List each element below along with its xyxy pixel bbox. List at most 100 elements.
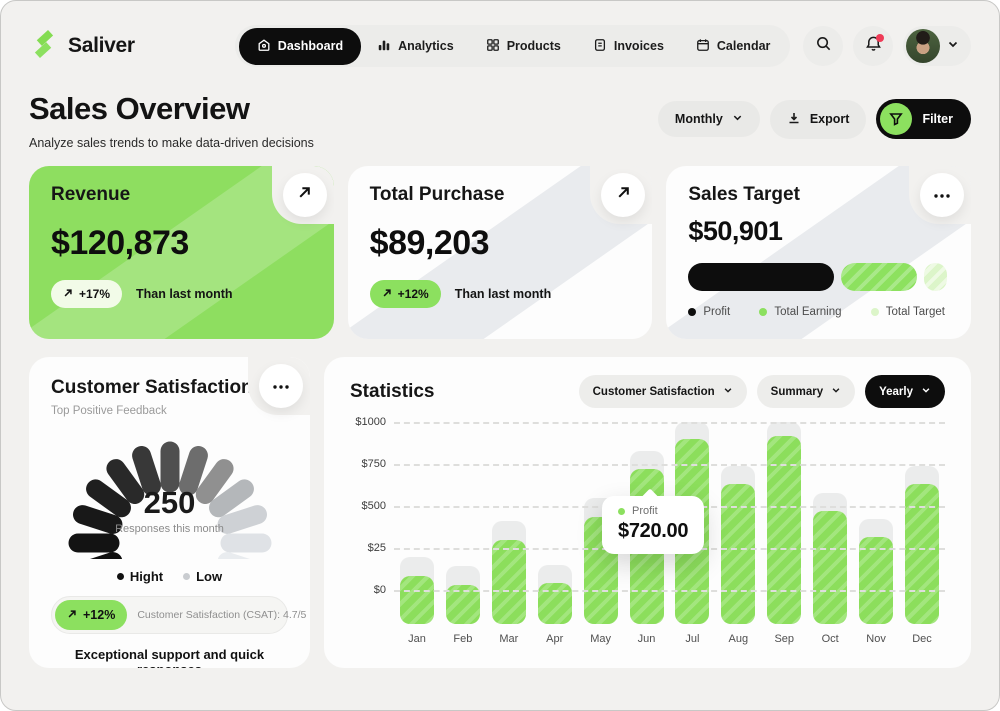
total-purchase-badge: +12% <box>370 280 441 308</box>
revenue-badge: +17% <box>51 280 122 308</box>
metric-select[interactable]: Customer Satisfaction <box>579 375 747 408</box>
sales-target-legend: Profit Total Earning Total Target <box>688 306 949 318</box>
home-icon <box>257 38 271 55</box>
bar-jan[interactable] <box>400 422 434 624</box>
chevron-down-icon <box>921 385 931 398</box>
csat-badge: +12% <box>55 600 127 630</box>
bar-chart: $1000$750$500$25$0 Profit $720.00 <box>350 422 945 624</box>
gauge-segment <box>188 456 198 486</box>
profile-menu[interactable] <box>903 26 971 66</box>
bar-feb[interactable] <box>446 422 480 624</box>
sales-target-card: Sales Target $50,901 Profit Total Earnin… <box>666 166 971 339</box>
brand: Saliver <box>29 29 135 64</box>
sales-target-value: $50,901 <box>688 216 949 247</box>
bar-fill <box>813 511 847 624</box>
bar-oct[interactable] <box>813 422 847 624</box>
bar-mar[interactable] <box>492 422 526 624</box>
nav-item-invoices[interactable]: Invoices <box>577 29 680 64</box>
nav-item-dashboard[interactable]: Dashboard <box>239 28 361 65</box>
target-progress-segment <box>841 263 917 291</box>
ellipsis-icon <box>933 186 951 204</box>
bar-chart-icon <box>377 38 391 55</box>
total-purchase-card: Total Purchase $89,203 +12% Than last mo… <box>348 166 653 339</box>
arrow-up-right-icon <box>382 287 392 301</box>
filter-button[interactable]: Filter <box>876 99 971 139</box>
notifications-button[interactable] <box>853 26 893 66</box>
satisfaction-menu-button[interactable] <box>259 364 303 408</box>
sales-target-progress <box>688 263 949 291</box>
nav-item-label: Calendar <box>717 39 771 53</box>
download-icon <box>787 111 801 128</box>
nav-item-analytics[interactable]: Analytics <box>361 29 470 64</box>
kpi-cards: Revenue $120,873 +17% Than last month To… <box>1 166 999 339</box>
x-axis-label: Apr <box>538 633 572 645</box>
tooltip-label: Profit <box>632 505 658 517</box>
satisfaction-subtitle: Top Positive Feedback <box>51 405 288 417</box>
y-axis-label: $750 <box>362 458 386 470</box>
nav-item-label: Dashboard <box>278 39 343 53</box>
tooltip-value: $720.00 <box>618 520 688 543</box>
csat-summary-pill: +12% Customer Satisfaction (CSAT): 4.7/5 <box>51 596 288 634</box>
bar-sep[interactable] <box>767 422 801 624</box>
revenue-open-button[interactable] <box>283 173 327 217</box>
total-purchase-value: $89,203 <box>370 224 631 263</box>
target-progress-segment <box>688 263 834 291</box>
bar-apr[interactable] <box>538 422 572 624</box>
nav-item-calendar[interactable]: Calendar <box>680 29 787 64</box>
total-purchase-open-button[interactable] <box>601 173 645 217</box>
statistics-card: Statistics Customer Satisfaction Summary… <box>324 357 971 668</box>
ellipsis-icon <box>272 377 290 395</box>
y-axis-label: $25 <box>368 542 386 554</box>
y-axis: $1000$750$500$25$0 <box>350 422 394 624</box>
bar-nov[interactable] <box>859 422 893 624</box>
period-select[interactable]: Monthly <box>658 101 760 137</box>
y-axis-label: $500 <box>362 500 386 512</box>
revenue-note: Than last month <box>136 287 233 301</box>
search-button[interactable] <box>803 26 843 66</box>
main-row: Customer Satisfaction Top Positive Feedb… <box>1 357 999 668</box>
summary-select[interactable]: Summary <box>757 375 855 408</box>
x-axis-label: Jun <box>630 633 664 645</box>
chevron-down-icon <box>831 385 841 398</box>
satisfaction-legend: Hight Low <box>51 569 288 584</box>
arrow-up-right-icon <box>616 185 631 205</box>
gridline <box>394 422 945 424</box>
brand-name: Saliver <box>68 34 135 58</box>
y-axis-label: $1000 <box>355 416 386 428</box>
customer-satisfaction-card: Customer Satisfaction Top Positive Feedb… <box>29 357 310 668</box>
x-axis-label: Aug <box>721 633 755 645</box>
satisfaction-gauge: 250 Responses this month <box>51 419 288 567</box>
gauge-value: 250 <box>51 485 288 521</box>
export-button-label: Export <box>810 112 850 126</box>
gauge-segment <box>141 456 151 486</box>
gridline <box>394 590 945 592</box>
sales-target-menu-button[interactable] <box>920 173 964 217</box>
revenue-value: $120,873 <box>51 224 312 263</box>
dashboard-window: Saliver Dashboard Analytics Products Inv… <box>0 0 1000 711</box>
nav-item-products[interactable]: Products <box>470 29 577 64</box>
funnel-icon <box>880 103 912 135</box>
top-bar: Saliver Dashboard Analytics Products Inv… <box>1 1 999 67</box>
card-title: Statistics <box>350 381 434 403</box>
x-axis-label: Jan <box>400 633 434 645</box>
bar-aug[interactable] <box>721 422 755 624</box>
x-axis-label: Oct <box>813 633 847 645</box>
main-nav: Dashboard Analytics Products Invoices Ca… <box>235 25 791 67</box>
x-axis-label: May <box>584 633 618 645</box>
top-bar-actions <box>803 26 971 66</box>
x-axis: JanFebMarAprMayJunJulAugSepOctNovDec <box>394 633 945 645</box>
bar-dec[interactable] <box>905 422 939 624</box>
total-purchase-note: Than last month <box>455 287 552 301</box>
x-axis-label: Nov <box>859 633 893 645</box>
gauge-caption: Responses this month <box>51 523 288 535</box>
export-button[interactable]: Export <box>770 100 867 139</box>
range-select[interactable]: Yearly <box>865 375 945 408</box>
revenue-card: Revenue $120,873 +17% Than last month <box>29 166 334 339</box>
avatar <box>906 29 940 63</box>
x-axis-label: Mar <box>492 633 526 645</box>
chart-plot: Profit $720.00 <box>394 422 945 624</box>
x-axis-label: Sep <box>767 633 801 645</box>
period-select-value: Monthly <box>675 112 723 126</box>
page-subtitle: Analyze sales trends to make data-driven… <box>29 136 314 150</box>
search-icon <box>815 35 832 57</box>
